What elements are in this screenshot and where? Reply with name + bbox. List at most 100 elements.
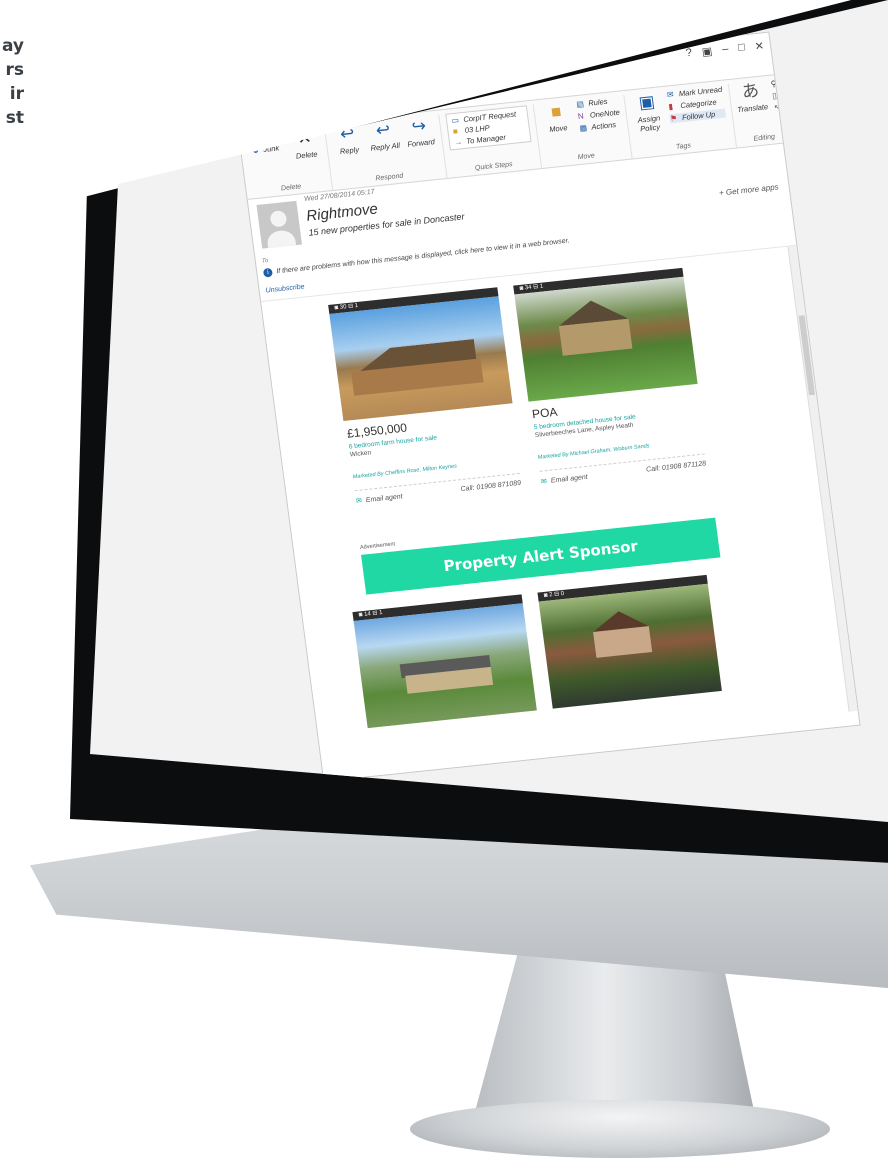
reply-button[interactable]: ↩ Reply	[331, 123, 365, 157]
delete-button[interactable]: ✕ Delete	[288, 127, 322, 161]
avatar	[256, 200, 303, 249]
quick-step-label: 03 LHP	[464, 123, 491, 135]
email-agent-link[interactable]: ✉ Email agent	[355, 492, 404, 506]
tab-adobe-pdf[interactable]: ADOBE PDF	[337, 99, 401, 120]
zoom-button[interactable]: ⚲ Zoom	[792, 74, 826, 108]
rules-button[interactable]: ▤ Rules	[576, 96, 619, 109]
tab-file[interactable]: FILE	[242, 111, 278, 130]
binoculars-icon: ⚲	[770, 79, 778, 89]
assign-policy-label: Assign Policy	[637, 113, 661, 134]
ribbon-group-delete: ⊘ Ignore ☻ Junk ✕ Delete Delete	[243, 126, 334, 199]
property-photo[interactable]	[538, 583, 722, 709]
call-number[interactable]: Call: 01908 871128	[646, 460, 707, 474]
forward-button[interactable]: ↪ Forward	[403, 115, 437, 149]
ribbon-group-editing: あ Translate ⚲ ▯ ↖ Editing	[728, 78, 795, 148]
ribbon-group-zoom: ⚲ Zoom Zoom	[786, 74, 836, 142]
down-arrow-icon[interactable]: ↓	[304, 87, 310, 98]
onenote-label: OneNote	[589, 107, 621, 120]
property-photo[interactable]	[329, 296, 513, 422]
side-copy-line: ir	[9, 84, 24, 104]
email-agent-label: Email agent	[365, 493, 404, 505]
plan-count: 1	[354, 302, 359, 310]
onenote-button[interactable]: N OneNote	[577, 108, 620, 121]
property-photo[interactable]	[514, 276, 698, 402]
translate-icon: あ	[740, 80, 761, 102]
property-card[interactable]: ◙ 2 ⊟ 0	[537, 574, 722, 709]
ribbon-group-respond: ↩ Reply ↩ Reply All ↪ Forward Respond	[325, 114, 448, 190]
related-button[interactable]: ▯	[771, 91, 782, 101]
listing-row: ◙ 14 ⊟ 1 ◙ 2 ⊟ 0	[352, 574, 722, 729]
property-info: £1,950,000 6 bedroom farm house for sale…	[343, 403, 524, 506]
forward-label: Forward	[406, 137, 436, 149]
junk-icon: ☻	[250, 145, 261, 156]
select-button[interactable]: ↖	[773, 103, 783, 113]
document-icon: ▯	[771, 91, 778, 101]
assign-policy-button[interactable]: ▣ Assign Policy	[631, 91, 666, 134]
onenote-icon: N	[577, 111, 585, 121]
help-button[interactable]: ?	[685, 46, 693, 60]
categorize-icon: ▮	[667, 102, 674, 112]
reply-all-icon: ↩	[374, 119, 392, 141]
plan-count: 0	[560, 590, 565, 598]
rules-icon: ▤	[575, 99, 585, 110]
undo-icon[interactable]: ↶	[268, 91, 278, 103]
move-label: Move	[548, 123, 569, 135]
ignore-button[interactable]: ⊘ Ignore	[249, 131, 283, 143]
email-agent-link[interactable]: ✉ Email agent	[541, 473, 589, 486]
actions-button[interactable]: ▦ Actions	[579, 120, 622, 133]
monitor-base	[410, 1100, 830, 1158]
photo-count: 34	[524, 284, 533, 292]
side-copy-line: rs	[5, 60, 24, 80]
junk-button[interactable]: ☻ Junk	[251, 143, 285, 155]
call-number[interactable]: Call: 01908 871089	[460, 480, 521, 494]
zoom-group-label: Zoom	[805, 128, 824, 138]
property-info: POA 5 bedroom detached house for sale Si…	[528, 383, 709, 486]
get-more-apps-link[interactable]: + Get more apps	[718, 182, 779, 197]
reply-all-label: Reply All	[370, 140, 401, 153]
follow-up-button[interactable]: ⚑ Follow Up	[669, 108, 726, 124]
quick-access-toolbar: ✉ ▣ ↶ ↷ ↑ ↓	[240, 87, 311, 105]
translate-button[interactable]: あ Translate	[734, 80, 769, 115]
forward-icon: →	[453, 137, 463, 147]
property-card[interactable]: ◙ 30 ⊟ 1 £1,950,000 6 bedroom farm house…	[328, 287, 524, 506]
property-photo[interactable]	[353, 603, 537, 729]
junk-label: Junk	[262, 143, 280, 155]
ribbon-group-tags: ▣ Assign Policy ✉ Mark Unread ▮ Categorize …	[624, 84, 737, 159]
envelope-icon: ✉	[666, 89, 675, 100]
reply-all-button[interactable]: ↩ Reply All	[367, 119, 401, 153]
envelope-icon: ✉	[355, 497, 363, 506]
find-button[interactable]: ⚲	[770, 79, 780, 89]
scroll-thumb[interactable]	[798, 315, 816, 396]
property-card[interactable]: ◙ 14 ⊟ 1	[352, 594, 537, 729]
move-folder-icon: ■	[549, 101, 563, 122]
up-arrow-icon[interactable]: ↑	[294, 88, 300, 99]
maximize-button[interactable]: □	[737, 41, 745, 55]
cursor-icon: ↖	[773, 102, 782, 113]
flag-icon: ⚑	[669, 113, 678, 124]
tab-message[interactable]: MESSAGE	[277, 104, 337, 127]
side-copy-line: st	[5, 108, 24, 128]
delete-label: Delete	[295, 149, 319, 161]
ribbon-group-move: ■ Move ▤ Rules N OneNote ▦ Actions Move	[534, 94, 633, 168]
advertisement-label: Advertisement	[359, 541, 396, 551]
forward-icon: ↪	[410, 115, 428, 137]
policy-icon: ▣	[637, 91, 656, 113]
move-button[interactable]: ■ Move	[540, 101, 574, 135]
plan-count: 1	[539, 283, 544, 290]
translate-label: Translate	[736, 102, 769, 115]
property-card[interactable]: ◙ 34 ⊟ 1 POA 5 bedroom detached house fo…	[513, 267, 709, 486]
ignore-label: Ignore	[261, 130, 284, 143]
mail-icon[interactable]: ✉	[240, 94, 250, 106]
save-icon[interactable]: ▣	[253, 92, 264, 104]
ribbon-options-button[interactable]: ▣	[701, 44, 713, 58]
outlook-message-window: ✉ ▣ ↶ ↷ ↑ ↓ 15 new properties for sale i…	[232, 31, 861, 783]
photo-count: 30	[339, 304, 347, 311]
redo-icon[interactable]: ↷	[281, 90, 291, 102]
minimize-button[interactable]: –	[721, 42, 729, 56]
scrollbar[interactable]	[787, 245, 858, 712]
categorize-label: Categorize	[679, 97, 718, 111]
close-button[interactable]: ✕	[754, 39, 765, 53]
reply-icon: ↩	[338, 123, 356, 144]
listing-row: ◙ 30 ⊟ 1 £1,950,000 6 bedroom farm house…	[328, 267, 709, 506]
quick-steps-gallery: ▭ CorpIT Request ■ 03 LHP → To Manager	[445, 105, 532, 151]
